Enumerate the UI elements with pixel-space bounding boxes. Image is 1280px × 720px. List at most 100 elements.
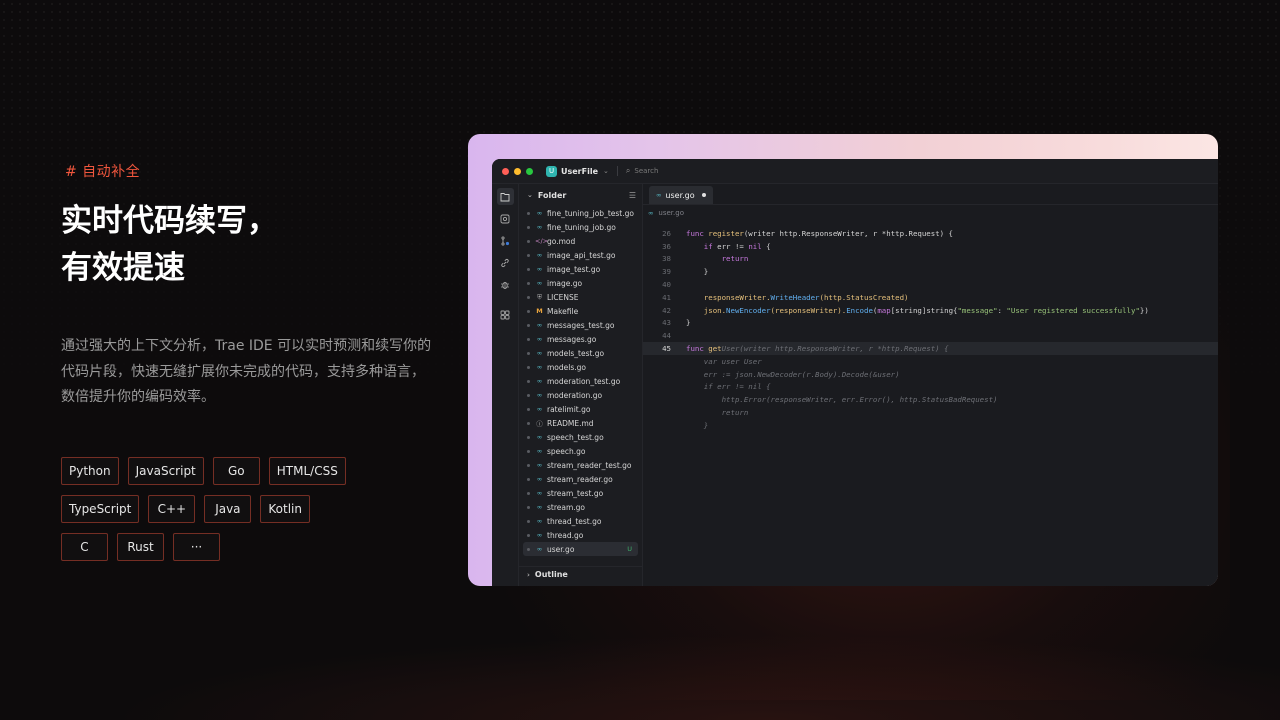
code-line: err := json.NewDecoder(r.Body).Decode(&u… [643,368,1218,381]
file-item[interactable]: ∞ image_api_test.go [519,248,642,262]
tree-bullet [527,225,530,229]
tab-label: user.go [665,190,695,200]
close-window-button[interactable] [502,167,509,175]
ide-body: ⌄ Folder ☰ ∞ fine_tuning_job_test.go ∞ fine… [492,184,1218,586]
search-input[interactable]: Search [634,167,658,175]
chevron-right-icon[interactable]: › [527,571,530,579]
language-chip: TypeScript [61,495,140,523]
ghost-completion-text: } [686,420,709,430]
file-item[interactable]: ∞ ratelimit.go [519,402,642,416]
explorer-icon[interactable] [496,188,514,205]
source-control-icon[interactable] [497,232,514,249]
file-item[interactable]: ∞ models.go [519,360,642,374]
go-file-icon: ∞ [536,391,543,399]
go-mod-icon: </> [535,237,549,245]
code-token: }) [1139,305,1149,315]
file-item[interactable]: ∞ stream_test.go [519,486,642,500]
file-item[interactable]: ∞ fine_tuning_job_test.go [519,206,642,220]
tree-bullet [527,295,530,299]
ghost-completion-text: User(writer http.ResponseWriter, r *http… [721,344,949,354]
line-number: 43 [662,318,671,328]
code-line: 40 [643,278,1218,291]
code-text: responseWriter.WriteHeader(http.StatusCr… [686,293,909,302]
language-chip: JavaScript [127,457,204,485]
code-line: 43} [643,317,1218,330]
language-chip: Python [61,457,119,485]
link-icon[interactable] [497,254,514,271]
code-area[interactable]: 26 func register(writer http.ResponseWrit… [643,227,1218,432]
tab-user-go[interactable]: ∞ user.go [649,186,713,204]
breadcrumb: ∞ user.go [643,205,1218,220]
breadcrumb-item[interactable]: user.go [658,209,684,217]
line-number: 42 [662,305,671,315]
outline-title: Outline [534,570,568,579]
minimize-window-button[interactable] [514,167,521,175]
file-item[interactable]: ∞ stream.go [519,500,642,514]
file-item[interactable]: ∞ thread.go [519,528,642,542]
tree-bullet [527,211,530,215]
file-item[interactable]: ∞ image_test.go [519,262,642,276]
file-item[interactable]: ∞ messages_test.go [519,318,642,332]
file-item[interactable]: ⛨ LICENSE [519,290,642,304]
file-item[interactable]: ∞ speech_test.go [519,430,642,444]
debug-icon[interactable] [497,276,514,293]
language-chip: C++ [148,495,196,523]
file-item[interactable]: ∞ stream_reader.go [519,472,642,486]
language-chip: ··· [173,533,220,561]
file-name: models.go [547,362,586,372]
code-token: json. [686,305,727,315]
unsaved-dot-icon[interactable] [701,193,706,197]
code-token: WriteHeader [770,292,820,302]
maximize-window-button[interactable] [526,167,533,175]
tree-bullet [527,547,530,551]
file-item[interactable]: ∞ messages.go [519,332,642,346]
info-icon: ⓘ [536,420,543,428]
filter-icon[interactable]: ☰ [629,191,636,200]
file-item[interactable]: ∞ moderation_test.go [519,374,642,388]
line-number: 36 [662,241,671,251]
file-item[interactable]: ∞ speech.go [519,444,642,458]
file-name: fine_tuning_job_test.go [547,208,634,218]
tree-bullet [527,435,530,439]
file-item[interactable]: </> go.mod [519,234,642,248]
line-number: 39 [662,267,671,277]
file-item[interactable]: ∞ image.go [519,276,642,290]
file-name: moderation.go [547,390,603,400]
go-file-icon: ∞ [536,531,543,539]
file-item[interactable]: ∞ moderation.go [519,388,642,402]
explorer-header[interactable]: ⌄ Folder ☰ [519,184,642,206]
search-panel-icon[interactable] [497,210,514,227]
tree-bullet [527,449,530,453]
file-item[interactable]: M Makefile [519,304,642,318]
file-item[interactable]: ∞ fine_tuning_job.go [519,220,642,234]
code-line: 38 return [643,253,1218,266]
go-file-icon: ∞ [536,335,543,343]
file-item[interactable]: ∞ models_test.go [519,346,642,360]
tree-bullet [527,421,530,425]
extensions-icon[interactable] [497,306,514,323]
file-item[interactable]: ∞ user.go U [523,542,638,556]
file-item[interactable]: ⓘ README.md [519,416,642,430]
file-name: thread.go [547,530,584,540]
editor-tab-bar: ∞ user.go [643,184,1218,205]
project-name[interactable]: UserFile [561,167,598,176]
code-text: var user User [686,357,762,366]
go-file-icon: ∞ [656,191,662,199]
tree-bullet [527,533,530,537]
line-number: 26 [662,228,671,238]
file-item[interactable]: ∞ stream_reader_test.go [519,458,642,472]
tree-bullet [527,463,530,467]
file-name: stream_reader_test.go [547,460,632,470]
go-file-icon: ∞ [536,265,543,273]
outline-section-header[interactable]: › Outline [519,566,642,582]
code-text: func getUser(writer http.ResponseWriter,… [686,344,949,353]
file-item[interactable]: ∞ thread_test.go [519,514,642,528]
line-number: 44 [662,331,671,341]
search-icon[interactable]: ⌕ [626,166,630,176]
chevron-down-icon[interactable]: ⌄ [603,167,609,175]
chevron-down-icon[interactable]: ⌄ [527,191,533,199]
tree-bullet [527,365,530,369]
go-file-icon: ∞ [536,405,543,413]
file-name: README.md [547,418,594,428]
code-token: NewEncoder [726,305,771,315]
